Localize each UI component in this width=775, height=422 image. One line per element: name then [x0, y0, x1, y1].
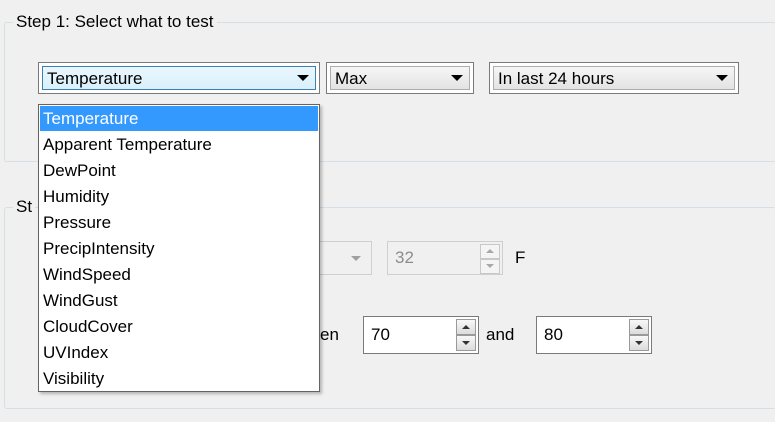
dropdown-item-cloudcover[interactable]: CloudCover: [40, 314, 318, 339]
max-value: 80: [544, 325, 563, 344]
arrow-up-icon: [486, 249, 494, 253]
between-label: en: [320, 325, 339, 344]
min-spinner: [456, 319, 476, 351]
threshold-stepper[interactable]: 32: [387, 241, 503, 275]
period-combo-value: In last 24 hours: [498, 69, 615, 88]
min-value: 70: [371, 325, 390, 344]
min-value-stepper[interactable]: 70: [363, 316, 479, 354]
step1-title: Step 1: Select what to test: [13, 12, 217, 32]
field-dropdown-list: Temperature Apparent Temperature DewPoin…: [38, 104, 320, 392]
threshold-spinner: [480, 244, 500, 274]
dropdown-item-humidity[interactable]: Humidity: [40, 184, 318, 209]
dropdown-item-windgust[interactable]: WindGust: [40, 288, 318, 313]
and-label: and: [486, 325, 515, 344]
period-combo[interactable]: In last 24 hours: [489, 62, 739, 94]
max-value-stepper[interactable]: 80: [536, 316, 652, 354]
field-combo[interactable]: Temperature: [38, 62, 320, 94]
chevron-down-icon: [351, 256, 361, 261]
spin-down-button[interactable]: [629, 335, 649, 351]
dropdown-item-apparent-temperature[interactable]: Apparent Temperature: [40, 132, 318, 157]
spin-down-button[interactable]: [456, 335, 476, 351]
arrow-down-icon: [462, 341, 470, 345]
arrow-up-icon: [635, 325, 643, 329]
spin-up-button[interactable]: [456, 319, 476, 335]
spin-up-button[interactable]: [629, 319, 649, 335]
dropdown-item-precipintensity[interactable]: PrecipIntensity: [40, 236, 318, 261]
chevron-down-icon: [716, 75, 728, 81]
chevron-down-icon: [297, 75, 309, 81]
chevron-down-icon: [451, 75, 463, 81]
spin-up-button[interactable]: [480, 244, 500, 259]
arrow-up-icon: [462, 325, 470, 329]
aggregate-combo-value: Max: [335, 69, 368, 88]
arrow-down-icon: [486, 264, 494, 268]
dropdown-item-pressure[interactable]: Pressure: [40, 210, 318, 235]
unit-label: F: [515, 248, 526, 267]
dropdown-item-visibility[interactable]: Visibility: [40, 366, 318, 391]
step2-title: St: [13, 197, 36, 217]
dropdown-item-uvindex[interactable]: UVIndex: [40, 340, 318, 365]
field-combo-value: Temperature: [47, 69, 143, 88]
dropdown-item-temperature[interactable]: Temperature: [40, 106, 318, 131]
aggregate-combo[interactable]: Max: [326, 62, 474, 94]
spin-down-button[interactable]: [480, 259, 500, 274]
max-spinner: [629, 319, 649, 351]
dropdown-item-dewpoint[interactable]: DewPoint: [40, 158, 318, 183]
dropdown-item-windspeed[interactable]: WindSpeed: [40, 262, 318, 287]
arrow-down-icon: [635, 341, 643, 345]
threshold-value: 32: [395, 248, 414, 267]
